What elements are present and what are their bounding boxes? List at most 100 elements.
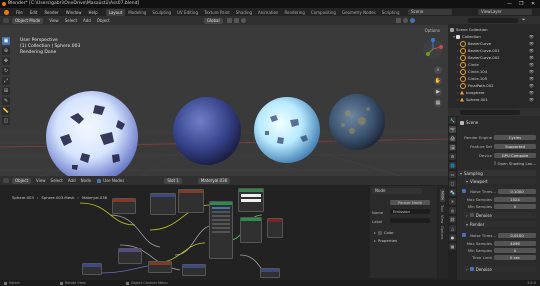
node-voronoi[interactable] — [178, 189, 204, 213]
tab-scripting[interactable]: Scripting — [379, 9, 403, 16]
object-properties-icon[interactable]: ▢ — [449, 180, 456, 187]
node-name-field[interactable]: Emission — [390, 209, 430, 214]
proportional-edit-icon[interactable] — [240, 18, 246, 23]
tab-layout[interactable]: Layout — [105, 8, 126, 16]
sphere-blue[interactable] — [173, 97, 241, 165]
cursor-icon[interactable]: ⊕ — [2, 47, 10, 55]
tab-geometry-nodes[interactable]: Geometry Nodes — [339, 9, 379, 16]
node-section-header[interactable]: Node — [372, 188, 422, 194]
node-mix-shader[interactable] — [240, 217, 262, 243]
viewport-menu-view[interactable]: View — [49, 18, 59, 23]
outliner-scene-collection[interactable]: Scene Collection — [450, 26, 538, 33]
maximize-button[interactable]: ❐ — [519, 1, 523, 7]
select-box-icon[interactable]: ▣ — [2, 37, 10, 45]
outliner-item[interactable]: › BezierCurve 👁 — [450, 40, 538, 47]
tab-modeling[interactable]: Modeling — [125, 9, 149, 16]
outliner-item[interactable]: › Circle 👁 — [450, 61, 538, 68]
snap-icon[interactable] — [233, 18, 239, 23]
visibility-icon[interactable]: 👁 — [529, 41, 534, 46]
output-properties-icon[interactable]: 🖨 — [449, 135, 456, 142]
viewport-noise-checkbox[interactable] — [462, 189, 466, 193]
properties-search-input[interactable] — [460, 109, 520, 115]
scene-properties-icon[interactable]: ⚙ — [449, 153, 456, 160]
tab-sculpting[interactable]: Sculpting — [149, 9, 174, 16]
open-shading-checkbox[interactable] — [494, 161, 496, 165]
use-nodes-checkbox[interactable] — [97, 178, 102, 183]
render-time-limit-field[interactable]: 0 sec — [494, 254, 536, 260]
node-texture-coordinate[interactable] — [112, 198, 136, 214]
feature-set-dropdown[interactable]: Supported — [494, 143, 536, 149]
node-menu-add[interactable]: Add — [68, 178, 76, 183]
tab-uv-editing[interactable]: UV Editing — [174, 9, 201, 16]
render-noise-field[interactable]: 0.0100 — [498, 232, 536, 238]
particles-icon[interactable]: ✳ — [449, 198, 456, 205]
overlay-icon[interactable] — [395, 18, 401, 23]
menu-edit[interactable]: Edit — [30, 10, 38, 15]
modifier-properties-icon[interactable]: 🔩 — [449, 189, 456, 196]
sidebar-tab-view[interactable]: View — [440, 215, 444, 223]
outliner-item[interactable]: › Icosphere 👁 — [450, 89, 538, 96]
use-nodes-toggle[interactable]: Use Nodes — [97, 178, 124, 183]
node-menu-select[interactable]: Select — [51, 178, 63, 183]
tab-shading[interactable]: Shading — [233, 9, 255, 16]
tool-properties-icon[interactable]: 🔧 — [449, 117, 456, 124]
viewport-denoise-checkbox[interactable] — [469, 213, 474, 217]
shading-solid-icon[interactable] — [402, 18, 408, 23]
outliner-search-input[interactable] — [468, 17, 518, 23]
minimize-button[interactable]: — — [507, 1, 512, 7]
device-dropdown[interactable]: GPU Compute — [494, 152, 536, 158]
visibility-icon[interactable]: 👁 — [529, 34, 534, 39]
shader-node-editor[interactable]: Object View Select Add Node Use Nodes Sl… — [0, 176, 448, 280]
outliner-item[interactable]: › FinalPath.002 👁 — [450, 82, 538, 89]
add-cube-icon[interactable]: ◫ — [2, 117, 10, 125]
node-noise-texture[interactable] — [148, 261, 172, 273]
rotate-icon[interactable]: ↻ — [2, 67, 10, 75]
outliner-item[interactable]: › Circle.105 👁 — [450, 75, 538, 82]
node-menu-node[interactable]: Node — [81, 178, 91, 183]
close-button[interactable]: ✕ — [531, 1, 535, 7]
menu-window[interactable]: Window — [66, 10, 82, 15]
visibility-icon[interactable]: 👁 — [529, 76, 534, 81]
node-color-ramp[interactable] — [118, 248, 142, 264]
tab-compositing[interactable]: Compositing — [308, 9, 339, 16]
tab-rendering[interactable]: Rendering — [281, 9, 307, 16]
open-shading-row[interactable]: Open Shading Lan... — [494, 160, 536, 166]
outliner-item[interactable]: › Sphere.001 👁 — [450, 96, 538, 103]
sampling-section-header[interactable]: ▾ Sampling — [458, 170, 536, 176]
visibility-icon[interactable]: 👁 — [529, 83, 534, 88]
render-noise-checkbox[interactable] — [462, 233, 466, 237]
zoom-icon[interactable]: ⌕ — [434, 66, 442, 74]
sphere-mossy[interactable] — [329, 94, 385, 150]
visibility-icon[interactable]: 👁 — [529, 62, 534, 67]
node-type-dropdown[interactable]: Pauser Node — [390, 200, 430, 205]
scene-selector[interactable]: Scene — [408, 9, 452, 15]
viewport-max-samples-field[interactable]: 1024 — [494, 196, 536, 202]
editor-type-icon[interactable] — [3, 18, 9, 23]
measure-icon[interactable]: 📏 — [2, 107, 10, 115]
data-properties-icon[interactable]: △ — [449, 225, 456, 232]
move-icon[interactable]: ✥ — [2, 57, 10, 65]
blender-menu-icon[interactable] — [4, 9, 9, 15]
render-subsection-header[interactable]: ▾ Render — [464, 221, 536, 227]
orientation-dropdown[interactable]: Global — [203, 17, 223, 24]
viewport-denoise-header[interactable]: › Denoise — [464, 212, 536, 218]
sidebar-tab-tool[interactable]: Tool — [440, 205, 444, 212]
grid-view-icon[interactable]: ▦ — [434, 99, 442, 107]
visibility-icon[interactable]: 👁 — [529, 69, 534, 74]
node-emission[interactable] — [238, 188, 264, 212]
node-principled-bsdf[interactable] — [209, 201, 233, 259]
transform-icon[interactable]: ⊞ — [2, 87, 10, 95]
viewport-menu-object[interactable]: Object — [97, 18, 110, 23]
shader-type-dropdown[interactable]: Object — [12, 177, 32, 184]
navigation-gizmo[interactable] — [422, 38, 444, 60]
render-max-samples-field[interactable]: 4096 — [494, 240, 536, 246]
node-bump[interactable] — [182, 264, 206, 276]
world-properties-icon[interactable]: 🌐 — [449, 162, 456, 169]
tab-texture-paint[interactable]: Texture Paint — [201, 9, 233, 16]
material-selector[interactable]: Materyal.036 — [197, 177, 231, 184]
pivot-icon[interactable] — [226, 18, 232, 23]
filter-icon[interactable]: ⏷ — [522, 17, 526, 23]
visibility-icon[interactable]: 👁 — [529, 90, 534, 95]
outliner-item[interactable]: › Circle.104 👁 — [450, 68, 538, 75]
tab-animation[interactable]: Animation — [255, 9, 281, 16]
